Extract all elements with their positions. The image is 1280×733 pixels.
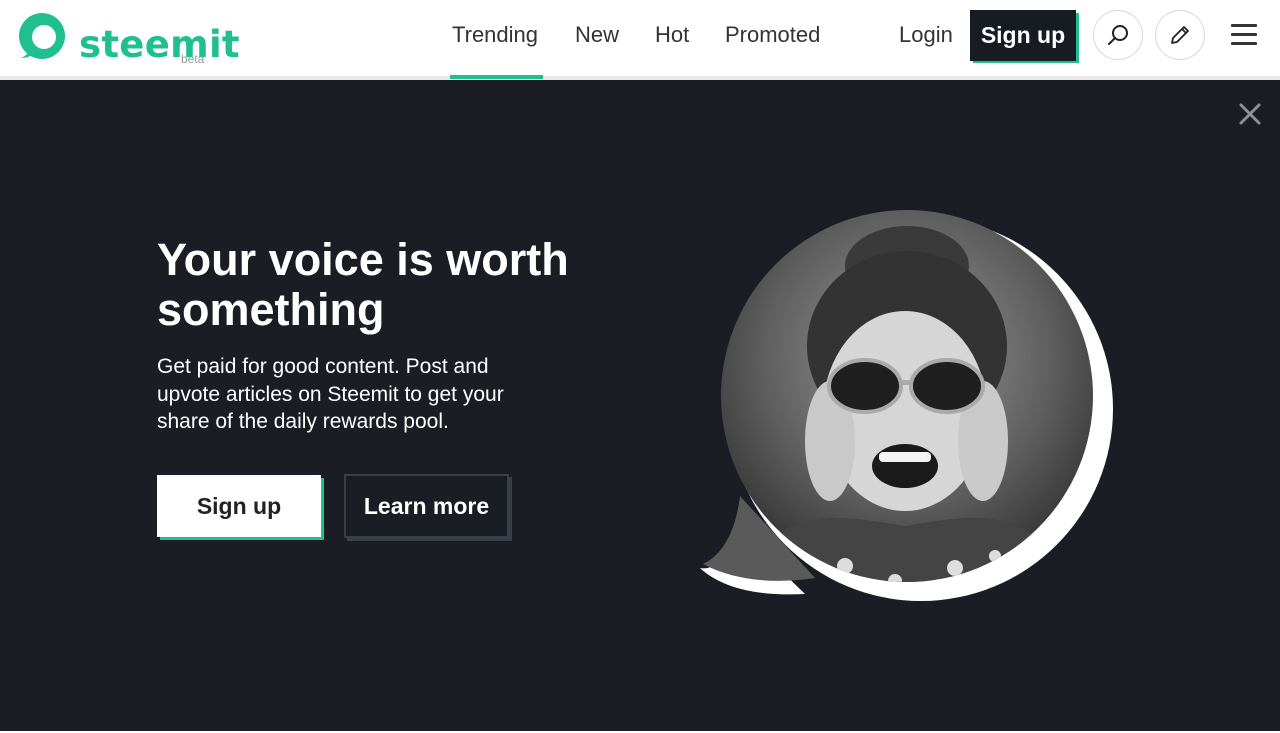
hamburger-menu-icon-bar xyxy=(1231,42,1257,45)
active-tab-indicator xyxy=(450,75,543,79)
nav-trending[interactable]: Trending xyxy=(452,22,538,48)
hero-portrait-image xyxy=(700,210,1113,601)
nav-new[interactable]: New xyxy=(575,22,619,48)
learn-more-button[interactable]: Learn more xyxy=(344,474,509,538)
steemit-logo-icon xyxy=(19,13,65,59)
search-icon xyxy=(1108,25,1128,45)
pencil-icon xyxy=(1171,26,1189,44)
hamburger-menu-button[interactable] xyxy=(1228,20,1260,50)
logo-wordmark: steemit xyxy=(79,23,240,66)
login-link[interactable]: Login xyxy=(899,22,953,48)
banner-description: Get paid for good content. Post and upvo… xyxy=(157,355,504,433)
nav-hot[interactable]: Hot xyxy=(655,22,689,48)
hamburger-menu-icon-bar xyxy=(1231,33,1257,36)
search-button[interactable] xyxy=(1093,10,1143,60)
close-icon[interactable] xyxy=(1236,100,1264,128)
logo-beta-badge: beta xyxy=(181,52,205,66)
banner-headline: Your voice is worth something xyxy=(157,234,569,335)
submit-story-button[interactable] xyxy=(1155,10,1205,60)
top-header: steemit beta Trending New Hot Promoted L… xyxy=(0,0,1280,76)
hamburger-menu-icon xyxy=(1231,24,1257,27)
nav-promoted[interactable]: Promoted xyxy=(725,22,820,48)
banner-signup-button[interactable]: Sign up xyxy=(157,475,321,537)
header-signup-button[interactable]: Sign up xyxy=(970,10,1076,61)
steemit-logo[interactable]: steemit beta xyxy=(18,12,240,66)
